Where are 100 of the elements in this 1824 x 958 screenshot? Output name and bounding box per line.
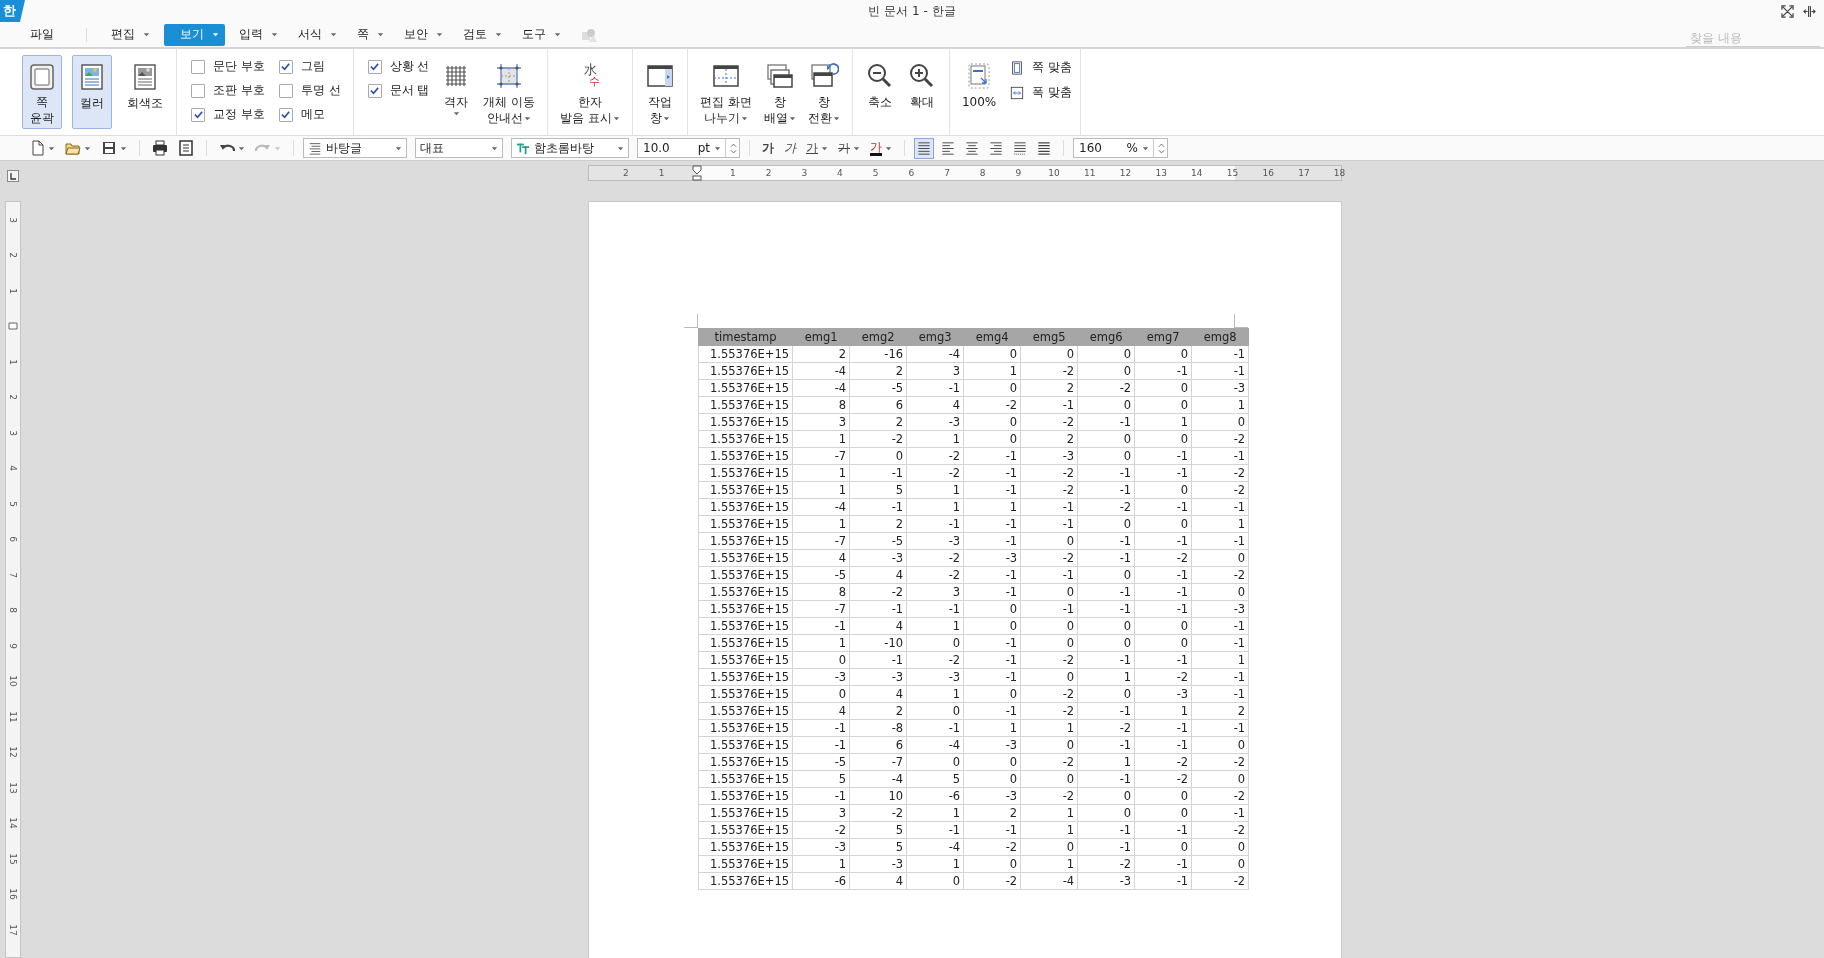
table-cell: -1: [1077, 651, 1135, 669]
caret-icon: [1142, 144, 1149, 152]
menu-tab[interactable]: 파일: [24, 23, 78, 46]
table-cell: -3: [792, 668, 850, 686]
format-button[interactable]: 가: [867, 140, 895, 156]
table-cell: -1: [1077, 770, 1135, 788]
menu-tab[interactable]: 쪽: [351, 23, 390, 46]
menu-tab[interactable]: 서식: [292, 23, 343, 46]
checkbox-label[interactable]: 문서 탭: [389, 82, 430, 99]
ruler-number: 13: [1155, 168, 1167, 178]
format-button[interactable]: 가: [803, 139, 831, 157]
ribbon-button[interactable]: 컬러: [72, 55, 112, 129]
table-cell: -1: [849, 464, 907, 482]
ribbon-button[interactable]: 폭 맞춤: [1010, 84, 1073, 101]
spinner-icon[interactable]: [1158, 141, 1165, 155]
ruler-number: 17: [8, 924, 18, 936]
table-cell: -3: [963, 549, 1021, 567]
table-cell: 5: [849, 821, 907, 839]
table-cell: 0: [963, 617, 1021, 635]
dropdown[interactable]: 함초롬바탕: [511, 138, 629, 158]
align-button[interactable]: [914, 137, 934, 159]
menu-tab[interactable]: 검토: [457, 23, 508, 46]
table-cell: -1: [1077, 413, 1135, 431]
checkbox-label[interactable]: 교정 부호: [213, 106, 265, 123]
table-cell: -2: [963, 838, 1021, 856]
ribbon-button[interactable]: 쪽 맞춤: [1010, 59, 1073, 76]
align-divide-icon: [1036, 139, 1052, 157]
menu-tab[interactable]: 보기: [164, 23, 225, 46]
table-cell: -2: [1191, 481, 1249, 499]
table-cell: -1: [963, 532, 1021, 550]
checkbox-label[interactable]: 투명 선: [300, 82, 341, 99]
table-cell: 1: [906, 617, 964, 635]
ruler-number: 8: [8, 607, 18, 614]
menu-tab[interactable]: 편집: [105, 23, 156, 46]
table-cell: -1: [792, 617, 850, 635]
table-cell: 0: [1191, 549, 1249, 567]
format-button[interactable]: 가: [835, 139, 863, 157]
ribbon-button[interactable]: 창 전환: [803, 55, 844, 129]
margin-marker-icon[interactable]: [8, 322, 18, 331]
ribbon-button[interactable]: 창 배열: [759, 55, 800, 129]
ribbon-button[interactable]: 작업 창: [641, 55, 680, 129]
table-cell: 1: [792, 855, 850, 873]
checkbox-label[interactable]: 문단 부호: [213, 58, 265, 75]
ribbon-button[interactable]: 격자: [437, 55, 476, 129]
table-cell: 6: [849, 396, 907, 414]
search-field[interactable]: 찾을 내용: [1686, 30, 1820, 47]
menu-tab[interactable]: 입력: [233, 23, 284, 46]
ribbon-button[interactable]: 축소: [860, 55, 899, 129]
ribbon-button[interactable]: 水 수 한자 발음 표시: [556, 55, 625, 129]
ruler-number: 13: [8, 782, 18, 794]
table-cell: 1: [963, 362, 1021, 380]
menu-tab[interactable]: 보안: [398, 23, 449, 46]
ribbon-button[interactable]: 쪽 윤곽: [22, 55, 62, 129]
ruler-number: 11: [1084, 168, 1096, 178]
table-cell: 1: [1134, 413, 1192, 431]
checkbox-label[interactable]: 그림: [300, 58, 325, 75]
table-cell: 0: [1020, 345, 1078, 363]
format-button[interactable]: 가: [759, 139, 777, 157]
checkbox[interactable]: [367, 59, 382, 74]
format-button[interactable]: 가: [781, 139, 799, 157]
dropdown[interactable]: 대표: [415, 138, 503, 158]
ribbon-button[interactable]: 개체 이동 안내선: [479, 55, 540, 129]
ribbon-button[interactable]: 회색조: [122, 55, 168, 129]
menu-tab[interactable]: 도구: [516, 23, 567, 46]
ruler-number: 15: [8, 853, 18, 865]
checkbox-label[interactable]: 메모: [300, 106, 325, 123]
tab-stop-icon[interactable]: [7, 170, 19, 182]
document-icon: [178, 140, 194, 156]
table-cell: -2: [849, 430, 907, 448]
ribbon-button[interactable]: 100%: [957, 55, 1001, 129]
table-cell: 1.55376E+15: [698, 600, 793, 618]
checkbox[interactable]: [278, 59, 293, 74]
checkbox[interactable]: [191, 107, 205, 122]
checkbox-label[interactable]: 상황 선: [389, 58, 430, 75]
checkbox[interactable]: [278, 107, 293, 122]
table-cell: -2: [1134, 549, 1192, 567]
table-cell: -1: [1191, 362, 1249, 380]
print-icon: [152, 140, 168, 156]
ruler-number: 7: [944, 168, 950, 178]
table-cell: 1: [906, 430, 964, 448]
table-cell: 1.55376E+15: [698, 362, 793, 380]
table-cell: -2: [1077, 379, 1135, 397]
indent-marker-icon[interactable]: [692, 165, 703, 181]
spin-field[interactable]: 160 %: [1073, 138, 1168, 158]
checkbox-label[interactable]: 조판 부호: [213, 82, 265, 99]
dropdown[interactable]: 바탕글: [303, 138, 407, 158]
ribbon-button[interactable]: 확대: [902, 55, 941, 129]
table-cell: 1: [792, 430, 850, 448]
table-cell: -4: [1020, 872, 1078, 890]
spin-field[interactable]: 10.0 pt: [637, 138, 740, 158]
checkbox[interactable]: [191, 83, 205, 98]
ruler-number: 1: [8, 358, 18, 365]
checkbox[interactable]: [191, 59, 205, 74]
table-cell: -2: [1020, 787, 1078, 805]
resize-icon[interactable]: [1803, 4, 1816, 18]
spinner-icon[interactable]: [730, 141, 737, 155]
checkbox[interactable]: [278, 83, 293, 98]
checkbox[interactable]: [367, 83, 382, 98]
ribbon-button[interactable]: 편집 화면 나누기: [696, 55, 756, 129]
fullscreen-icon[interactable]: [1781, 4, 1794, 18]
